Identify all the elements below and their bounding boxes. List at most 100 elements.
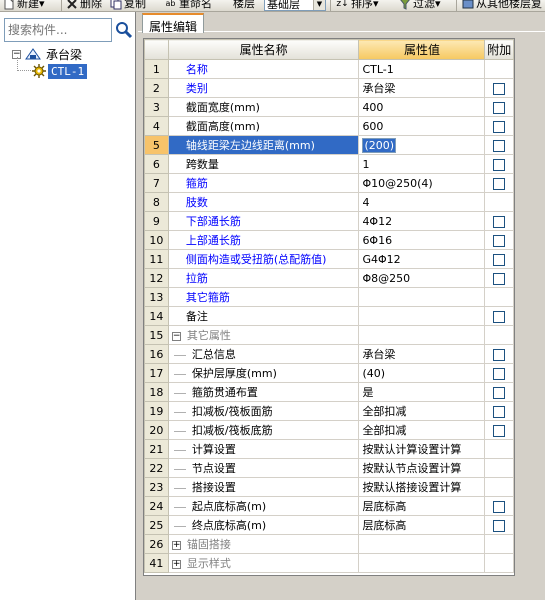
property-value[interactable]: 层底标高 [358,515,486,535]
extra-checkbox[interactable] [493,272,506,285]
floor-select[interactable]: 基础层 ▼ [264,0,326,11]
expand-icon[interactable]: + [171,559,181,569]
extra-checkbox[interactable] [493,500,506,513]
property-value[interactable]: 400 [358,97,486,117]
table-row[interactable]: 15− 其它属性 [144,325,514,345]
table-row[interactable]: 5 轴线距梁左边线距离(mm) (200) [144,135,514,155]
extra-checkbox[interactable] [493,367,506,380]
property-value[interactable]: Φ10@250(4) [358,173,486,193]
header-name[interactable]: 属性名称 [167,39,360,60]
extra-checkbox[interactable] [493,234,506,247]
property-value[interactable]: 按默认搭接设置计算 [358,477,486,497]
property-value[interactable] [358,287,486,307]
property-value[interactable]: Φ8@250 [358,268,486,288]
property-value-label: Φ10@250(4) [362,176,433,190]
table-row[interactable]: 14 备注 [144,306,514,326]
new-button[interactable]: 新建▾ [2,0,45,11]
extra-cell [484,116,514,136]
property-value[interactable]: 6Φ16 [358,230,486,250]
extra-checkbox[interactable] [493,120,506,133]
extra-checkbox[interactable] [493,405,506,418]
table-row[interactable]: 7 箍筋 Φ10@250(4) [144,173,514,193]
table-row[interactable]: 41 + 显示样式 [144,553,514,573]
row-number: 11 [144,249,169,269]
property-value[interactable]: 层底标高 [358,496,486,516]
tab-property-edit[interactable]: 属性编辑 [142,13,205,34]
property-value[interactable]: 600 [358,116,486,136]
property-value[interactable]: 承台梁 [358,344,486,364]
property-value[interactable]: 承台梁 [358,78,486,98]
rename-button[interactable]: ab 重命名 [164,0,213,11]
property-value[interactable]: 是 [358,382,486,402]
table-row[interactable]: 2 类别 承台梁 [144,78,514,98]
table-row[interactable]: 9 下部通长筋 4Φ12 [144,211,514,231]
property-value[interactable]: 全部扣减 [358,420,486,440]
extra-checkbox[interactable] [493,253,506,266]
table-row[interactable]: 10 上部通长筋 6Φ16 [144,230,514,250]
property-value[interactable] [358,534,486,554]
delete-button[interactable]: 删除 [65,0,102,11]
extra-checkbox[interactable] [493,158,506,171]
search-icon[interactable] [115,21,133,39]
expand-icon[interactable]: + [171,540,181,550]
header-extra[interactable]: 附加 [484,39,514,60]
extra-cell [484,534,514,554]
copy-button[interactable]: 复制 [109,0,146,11]
property-value[interactable]: 全部扣减 [358,401,486,421]
table-row[interactable]: 8 肢数 4 [144,192,514,212]
property-name-label: 肢数 [185,196,208,209]
property-value[interactable]: CTL-1 [358,59,486,79]
copy-from-floor-button[interactable]: 从其他楼层复 [461,0,542,11]
property-value[interactable]: 1 [358,154,486,174]
filter-button[interactable]: 过滤▾ [398,0,441,11]
table-row[interactable]: 4 截面高度(mm) 600 [144,116,514,136]
property-value[interactable]: 按默认节点设置计算 [358,458,486,478]
table-row[interactable]: 20 扣减板/筏板底筋 全部扣减 [144,420,514,440]
property-value[interactable]: 4 [358,192,486,212]
extra-checkbox[interactable] [493,101,506,114]
table-row[interactable]: 25 终点底标高(m) 层底标高 [144,515,514,535]
property-value[interactable]: 4Φ12 [358,211,486,231]
property-value[interactable]: (40) [358,363,486,383]
header-value[interactable]: 属性值 [358,39,486,60]
extra-checkbox[interactable] [493,177,506,190]
extra-checkbox[interactable] [493,215,506,228]
extra-checkbox[interactable] [493,310,506,323]
table-row[interactable]: 6 跨数量 1 [144,154,514,174]
property-value[interactable]: 按默认计算设置计算 [358,439,486,459]
extra-checkbox[interactable] [493,424,506,437]
extra-checkbox[interactable] [493,82,506,95]
property-value[interactable] [358,325,486,345]
extra-cell [484,230,514,250]
table-row[interactable]: 26 + 锚固搭接 [144,534,514,554]
sort-button[interactable]: z↓ 排序▾ [336,0,378,11]
panel-splitter[interactable] [136,12,138,600]
table-row[interactable]: 13 其它箍筋 [144,287,514,307]
property-value-editor[interactable]: (200) [362,137,397,153]
table-row[interactable]: 23 搭接设置 按默认搭接设置计算 [144,477,514,497]
table-row[interactable]: 3 截面宽度(mm) 400 [144,97,514,117]
extra-checkbox[interactable] [493,139,506,152]
table-row[interactable]: 1 名称 CTL-1 [144,59,514,79]
table-row[interactable]: 12 拉筋 Φ8@250 [144,268,514,288]
table-row[interactable]: 18 箍筋贯通布置 是 [144,382,514,402]
tree-node-ctl-1[interactable]: CTL-1 [32,63,88,79]
tree-node-root[interactable]: − 承台梁 [12,46,84,62]
collapse-icon[interactable]: − [171,331,181,341]
table-row[interactable]: 16 汇总信息 承台梁 [144,344,514,364]
extra-checkbox[interactable] [493,519,506,532]
table-row[interactable]: 22 节点设置 按默认节点设置计算 [144,458,514,478]
extra-checkbox[interactable] [493,386,506,399]
table-row[interactable]: 11 侧面构造或受扭筋(总配筋值) G4Φ12 [144,249,514,269]
table-row[interactable]: 19 扣减板/筏板面筋 全部扣减 [144,401,514,421]
table-row[interactable]: 17 保护层厚度(mm) (40) [144,363,514,383]
property-value[interactable] [358,306,486,326]
row-number: 5 [144,135,169,155]
search-input[interactable] [4,18,112,42]
table-row[interactable]: 21 计算设置 按默认计算设置计算 [144,439,514,459]
property-value[interactable]: (200) [358,135,486,155]
property-value[interactable]: G4Φ12 [358,249,486,269]
property-value[interactable] [358,553,486,573]
extra-checkbox[interactable] [493,348,506,361]
table-row[interactable]: 24 起点底标高(m) 层底标高 [144,496,514,516]
